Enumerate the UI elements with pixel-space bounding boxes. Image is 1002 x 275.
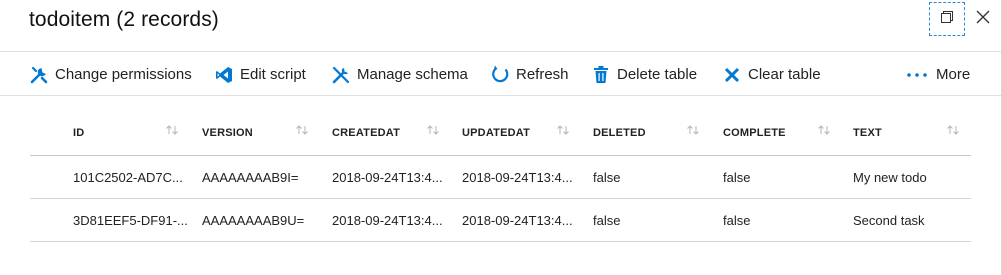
cell-id: 3D81EEF5-DF91-... bbox=[73, 212, 188, 228]
table-header-row: ID VERSION CREATEDAT UPDATEDAT DELETED C… bbox=[30, 110, 971, 156]
more-label: More bbox=[936, 66, 971, 83]
table-blade: todoitem (2 records) Change permissions … bbox=[0, 0, 1002, 275]
records-table: ID VERSION CREATEDAT UPDATEDAT DELETED C… bbox=[30, 110, 971, 242]
refresh-icon bbox=[490, 65, 510, 85]
delete-table-button[interactable]: Delete table bbox=[591, 53, 697, 96]
cell-text: My new todo bbox=[853, 169, 927, 185]
cell-deleted: false bbox=[593, 212, 621, 228]
cell-text: Second task bbox=[853, 212, 925, 228]
close-button[interactable] bbox=[965, 2, 1001, 36]
column-header-text[interactable]: TEXT bbox=[853, 110, 882, 155]
sort-icon[interactable] bbox=[555, 124, 571, 136]
refresh-label: Refresh bbox=[516, 66, 569, 83]
sort-icon[interactable] bbox=[945, 124, 961, 136]
change-permissions-button[interactable]: Change permissions bbox=[29, 53, 192, 96]
cell-deleted: false bbox=[593, 169, 621, 185]
blade-header: todoitem (2 records) bbox=[0, 0, 1001, 52]
restore-icon bbox=[941, 10, 953, 28]
table-row[interactable]: 101C2502-AD7C... AAAAAAAAB9I= 2018-09-24… bbox=[30, 156, 971, 199]
manage-schema-label: Manage schema bbox=[357, 66, 468, 83]
cell-complete: false bbox=[723, 212, 751, 228]
close-icon bbox=[976, 10, 990, 29]
delete-table-label: Delete table bbox=[617, 66, 698, 83]
refresh-button[interactable]: Refresh bbox=[490, 53, 569, 96]
sort-icon[interactable] bbox=[425, 124, 441, 136]
trash-icon bbox=[591, 65, 611, 85]
column-header-complete[interactable]: COMPLETE bbox=[723, 110, 786, 155]
sort-icon[interactable] bbox=[164, 124, 180, 136]
x-icon bbox=[722, 65, 742, 85]
clear-table-label: Clear table bbox=[748, 66, 821, 83]
edit-script-label: Edit script bbox=[240, 66, 306, 83]
more-button[interactable]: More bbox=[906, 53, 970, 96]
cell-id: 101C2502-AD7C... bbox=[73, 169, 183, 185]
sort-icon[interactable] bbox=[685, 124, 701, 136]
cell-updatedat: 2018-09-24T13:4... bbox=[462, 169, 573, 185]
cell-version: AAAAAAAAB9U= bbox=[202, 212, 305, 228]
column-header-createdat[interactable]: CREATEDAT bbox=[332, 110, 400, 155]
clear-table-button[interactable]: Clear table bbox=[722, 53, 821, 96]
cell-updatedat: 2018-09-24T13:4... bbox=[462, 212, 573, 228]
restore-button[interactable] bbox=[929, 2, 965, 36]
manage-schema-button[interactable]: Manage schema bbox=[331, 53, 468, 96]
cell-complete: false bbox=[723, 169, 751, 185]
column-header-id[interactable]: ID bbox=[73, 110, 84, 155]
cell-version: AAAAAAAAB9I= bbox=[202, 169, 299, 185]
cell-createdat: 2018-09-24T13:4... bbox=[332, 169, 443, 185]
cell-createdat: 2018-09-24T13:4... bbox=[332, 212, 443, 228]
sort-icon[interactable] bbox=[294, 124, 310, 136]
column-header-version[interactable]: VERSION bbox=[202, 110, 253, 155]
visual-studio-icon bbox=[214, 65, 234, 85]
table-row[interactable]: 3D81EEF5-DF91-... AAAAAAAAB9U= 2018-09-2… bbox=[30, 199, 971, 242]
ellipsis-icon bbox=[906, 65, 928, 85]
wrench-icon bbox=[29, 65, 49, 85]
column-header-updatedat[interactable]: UPDATEDAT bbox=[462, 110, 530, 155]
tools-icon bbox=[331, 65, 351, 85]
change-permissions-label: Change permissions bbox=[55, 66, 192, 83]
page-title: todoitem (2 records) bbox=[29, 8, 219, 31]
command-bar: Change permissions Edit script Manage sc… bbox=[0, 53, 1001, 96]
sort-icon[interactable] bbox=[816, 124, 832, 136]
edit-script-button[interactable]: Edit script bbox=[214, 53, 306, 96]
column-header-deleted[interactable]: DELETED bbox=[593, 110, 646, 155]
